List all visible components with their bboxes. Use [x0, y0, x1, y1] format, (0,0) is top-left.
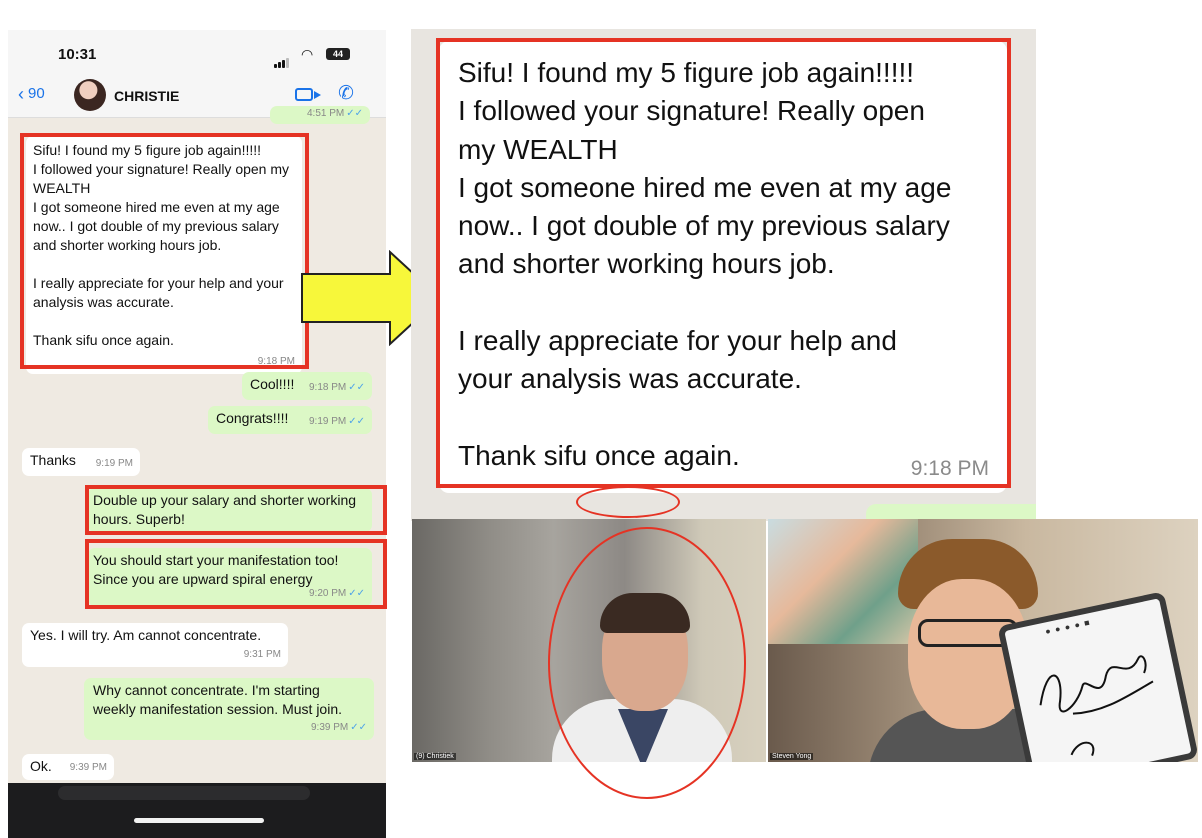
input-bar [8, 783, 386, 838]
signal-icon [274, 50, 290, 68]
message-time: 4:51 PM [306, 108, 345, 119]
message-bubble[interactable]: Yes. I will try. Am cannot concentrate. … [22, 623, 288, 667]
tablet-with-signature: ● ● ● ● ■ [997, 591, 1198, 762]
message-bubble[interactable]: Why cannot concentrate. I'm starting wee… [84, 678, 374, 740]
wifi-icon: ◠ [301, 46, 314, 62]
signature-icon [1039, 655, 1154, 756]
message-time: 9:39 PM [69, 762, 107, 773]
battery-icon: 44 [326, 48, 350, 60]
read-ticks-icon: ✓✓ [348, 382, 365, 393]
message-time: 9:39 PM [310, 722, 349, 733]
contact-name[interactable]: CHRISTIE [114, 88, 179, 104]
message-text: Congrats!!!! [216, 410, 289, 426]
highlight-box [20, 133, 309, 369]
highlight-box [85, 539, 387, 609]
read-ticks-icon: ✓✓ [346, 108, 363, 119]
status-time: 10:31 [58, 46, 97, 63]
participant-name: (9) Christiek [414, 753, 456, 760]
highlight-box [436, 38, 1011, 488]
status-bar: 10:31 ◠ 44 [8, 30, 386, 76]
participant-name: Steven Yong [770, 753, 814, 760]
message-bubble[interactable]: Ok. 9:39 PM [22, 754, 114, 780]
message-time: 9:18 PM [308, 382, 347, 393]
unread-count: 90 [28, 85, 45, 102]
message-bubble[interactable]: Thanks 9:19 PM [22, 448, 140, 476]
message-bubble[interactable]: Cool!!!! 9:18 PM ✓✓ [242, 372, 372, 400]
message-text: Why cannot concentrate. I'm starting wee… [93, 682, 342, 717]
message-bubble-partial: 4:51 PM ✓✓ [270, 106, 370, 124]
highlight-box [85, 485, 387, 535]
video-call-icon[interactable] [295, 88, 321, 101]
message-text: Thanks [30, 452, 76, 468]
back-button[interactable]: ‹ 90 [18, 84, 45, 105]
message-input[interactable] [58, 786, 310, 800]
message-time: 9:31 PM [243, 649, 281, 660]
message-text: Ok. [30, 758, 52, 774]
home-indicator [134, 818, 264, 823]
highlight-ring [548, 527, 746, 799]
wall-painting [768, 519, 918, 644]
phone-call-icon[interactable]: ✆ [338, 82, 354, 105]
message-time: 9:19 PM [308, 416, 347, 427]
message-time: 9:19 PM [95, 458, 133, 469]
avatar[interactable] [74, 79, 106, 111]
message-text: Yes. I will try. Am cannot concentrate. [30, 627, 262, 643]
highlight-ring [576, 486, 680, 518]
message-bubble[interactable]: Congrats!!!! 9:19 PM ✓✓ [208, 406, 372, 434]
message-text: Cool!!!! [250, 376, 295, 392]
video-tile-right: ● ● ● ● ■ Steven Yong [768, 519, 1198, 762]
read-ticks-icon: ✓✓ [350, 722, 367, 733]
read-ticks-icon: ✓✓ [348, 416, 365, 427]
